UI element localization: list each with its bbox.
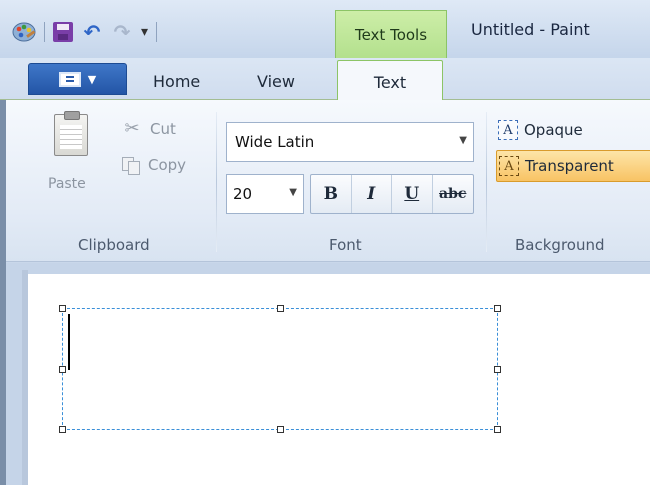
- toolbar-separator: [156, 22, 158, 42]
- paint-menu-button[interactable]: ▼: [28, 63, 127, 95]
- clipboard-icon: [54, 111, 88, 156]
- resize-handle-top[interactable]: [277, 305, 284, 312]
- italic-button[interactable]: I: [352, 175, 392, 213]
- scissors-icon: ✂: [124, 118, 140, 139]
- chevron-down-icon: ▼: [289, 187, 297, 198]
- opaque-label: Opaque: [524, 121, 583, 139]
- cut-label: Cut: [150, 119, 176, 138]
- paint-app-icon[interactable]: [12, 21, 36, 43]
- undo-icon[interactable]: ↶: [81, 21, 103, 43]
- toolbar-separator: [44, 22, 45, 42]
- group-label-clipboard: Clipboard: [78, 236, 150, 254]
- resize-handle-bottom[interactable]: [277, 426, 284, 433]
- customize-toolbar-icon[interactable]: ▾: [141, 24, 148, 40]
- copy-icon: [122, 157, 140, 175]
- resize-handle-top-left[interactable]: [59, 305, 66, 312]
- text-cursor: [68, 314, 70, 370]
- font-family-value: Wide Latin: [235, 133, 315, 151]
- copy-label: Copy: [148, 156, 187, 174]
- group-separator: [216, 112, 217, 252]
- font-size-select[interactable]: 20 ▼: [226, 174, 304, 214]
- underline-button[interactable]: U: [392, 175, 433, 213]
- cut-button[interactable]: ✂ Cut: [122, 118, 176, 139]
- opaque-background-icon: A: [498, 120, 518, 140]
- tab-text[interactable]: Text: [337, 60, 443, 102]
- window-title: Untitled - Paint: [471, 20, 590, 39]
- transparent-label: Transparent: [525, 157, 614, 175]
- group-separator: [486, 112, 487, 252]
- strikethrough-button[interactable]: abc: [433, 175, 473, 213]
- menu-icon: [58, 71, 81, 87]
- resize-handle-top-right[interactable]: [494, 305, 501, 312]
- tab-view[interactable]: View: [257, 72, 295, 91]
- transparent-option[interactable]: A Transparent: [496, 150, 650, 182]
- text-input-box[interactable]: [62, 308, 498, 430]
- window-left-edge: [0, 100, 6, 485]
- quick-access-toolbar: ↶ ↷ ▾: [12, 20, 165, 44]
- save-icon[interactable]: [53, 22, 73, 42]
- transparent-background-icon: A: [499, 156, 519, 176]
- chevron-down-icon: ▼: [459, 135, 467, 146]
- chevron-down-icon: ▼: [87, 72, 97, 86]
- resize-handle-right[interactable]: [494, 366, 501, 373]
- font-size-value: 20: [233, 185, 253, 203]
- context-tab-text-tools: Text Tools: [335, 10, 447, 58]
- tab-home[interactable]: Home: [153, 72, 200, 91]
- paste-button[interactable]: Paste: [48, 111, 106, 204]
- group-label-font: Font: [329, 236, 362, 254]
- copy-button[interactable]: Copy: [122, 156, 187, 175]
- resize-handle-bottom-right[interactable]: [494, 426, 501, 433]
- opaque-option[interactable]: A Opaque: [496, 114, 646, 146]
- resize-handle-bottom-left[interactable]: [59, 426, 66, 433]
- font-family-select[interactable]: Wide Latin ▼: [226, 122, 474, 162]
- bold-button[interactable]: B: [311, 175, 352, 213]
- text-format-buttons: B I U abc: [310, 174, 474, 214]
- resize-handle-left[interactable]: [59, 366, 66, 373]
- group-label-background: Background: [515, 236, 605, 254]
- paste-label: Paste: [48, 176, 86, 192]
- redo-icon[interactable]: ↷: [111, 21, 133, 43]
